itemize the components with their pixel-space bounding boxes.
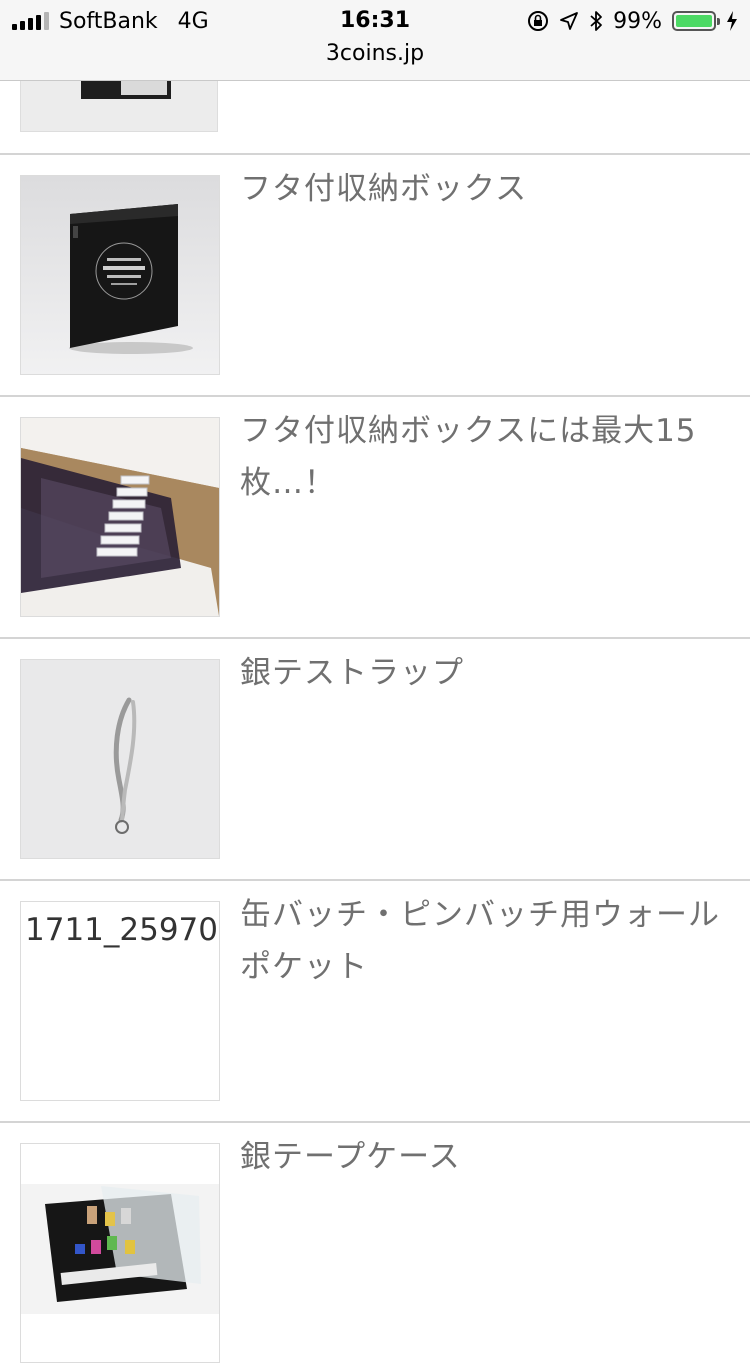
list-item[interactable]: フタ付収納ボックス (0, 155, 750, 395)
battery-percentage: 99% (613, 8, 662, 34)
list-item[interactable]: フタ付収納ボックスには最大15枚…！ (0, 397, 750, 637)
list-item[interactable]: 銀テープケース (0, 1123, 750, 1363)
product-title[interactable]: フタ付収納ボックス (240, 163, 730, 215)
product-thumbnail-broken[interactable]: 1711_25970 (20, 901, 220, 1101)
battery-icon (672, 11, 720, 31)
product-thumbnail[interactable] (20, 417, 220, 617)
orientation-lock-icon (528, 11, 549, 31)
status-right: 99% (527, 6, 738, 36)
location-arrow-icon (560, 12, 578, 30)
bluetooth-icon (590, 11, 602, 31)
status-bar: SoftBank 4G 16:31 3coins.jp 99% (0, 0, 750, 81)
product-title[interactable]: フタ付収納ボックスには最大15枚…！ (240, 405, 730, 509)
list-item[interactable]: 1711_25970 缶バッチ・ピンバッチ用ウォールポケット (0, 881, 750, 1121)
battery-level (676, 15, 712, 27)
image-alt-text: 1711_25970 (25, 912, 219, 948)
product-thumbnail[interactable] (20, 1143, 220, 1363)
product-thumbnail[interactable] (20, 659, 220, 859)
charging-bolt-icon (727, 11, 737, 31)
page-url[interactable]: 3coins.jp (0, 40, 750, 68)
list-item[interactable]: 銀テストラップ (0, 639, 750, 879)
product-title[interactable]: 銀テストラップ (240, 647, 730, 699)
product-thumbnail[interactable] (20, 175, 220, 375)
product-title[interactable]: 缶バッチ・ピンバッチ用ウォールポケット (240, 889, 730, 993)
product-title[interactable]: 銀テープケース (240, 1131, 730, 1183)
